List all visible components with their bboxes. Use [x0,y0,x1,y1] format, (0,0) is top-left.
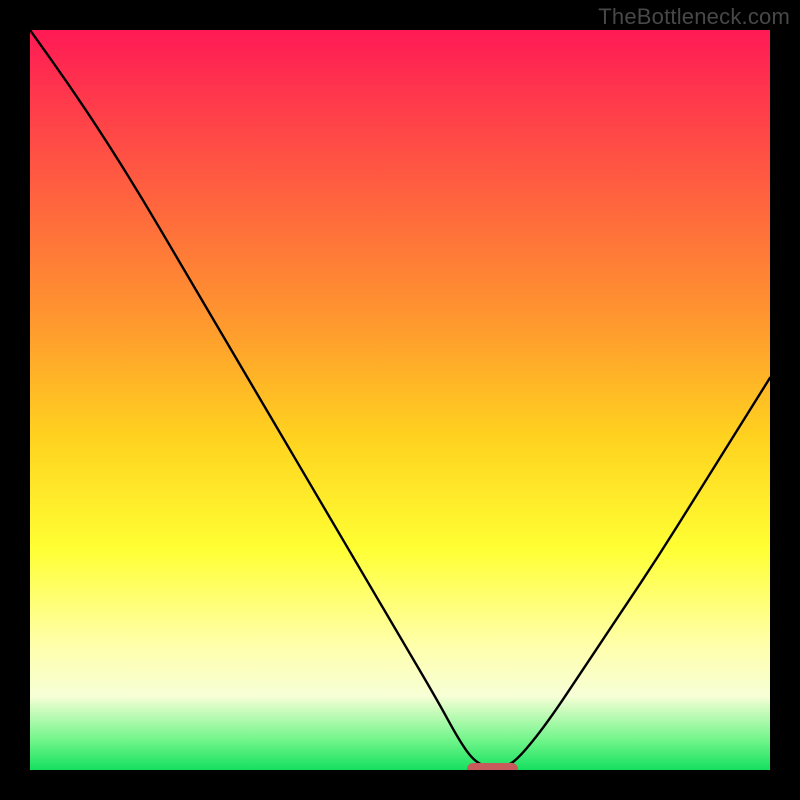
bottleneck-curve [30,30,770,768]
watermark-text: TheBottleneck.com [598,4,790,30]
plot-area [30,30,770,770]
curve-layer [30,30,770,770]
chart-stage: TheBottleneck.com [0,0,800,800]
min-marker [467,763,519,770]
